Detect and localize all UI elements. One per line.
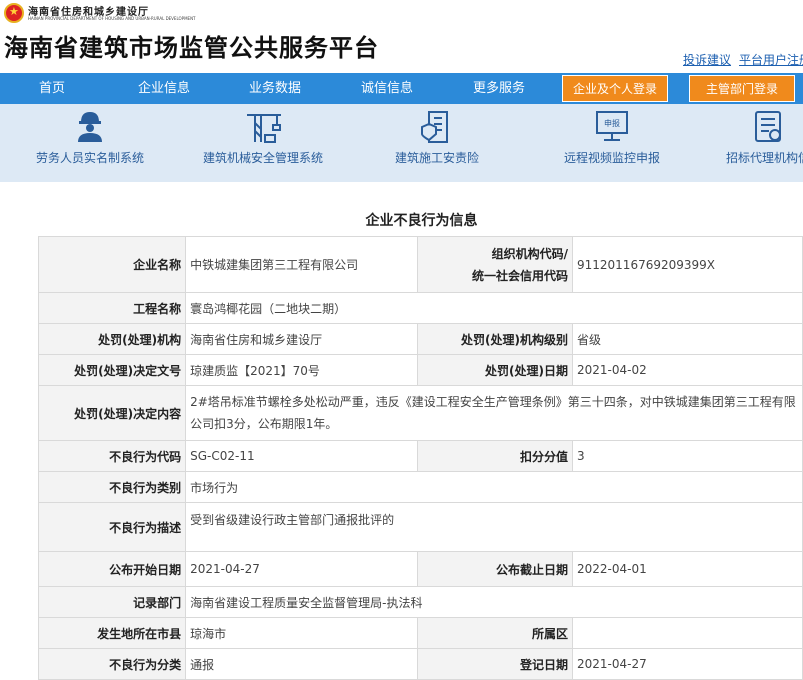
- register-date-value: 2021-04-27: [572, 648, 803, 680]
- penalty-org-label: 处罚(处理)机构: [37, 323, 187, 355]
- decision-content-label: 处罚(处理)决定内容: [37, 385, 187, 441]
- penalty-level-value: 省级: [572, 323, 803, 355]
- authority-login-button[interactable]: 主管部门登录: [689, 75, 795, 102]
- nav-credit-info[interactable]: 诚信信息: [335, 73, 439, 104]
- table-row: 不良行为类别 市场行为: [37, 471, 803, 503]
- decision-doc-value: 琼建质监【2021】70号: [185, 354, 419, 386]
- org-code-label: 组织机构代码/ 统一社会信用代码: [417, 236, 573, 293]
- register-link[interactable]: 平台用户注册: [739, 53, 803, 67]
- city-label: 发生地所在市县: [37, 617, 187, 649]
- table-row: 处罚(处理)决定内容 2#塔吊标准节螺栓多处松动严重，违反《建设工程安全生产管理…: [37, 385, 803, 441]
- company-name-value: 中铁城建集团第三工程有限公司: [185, 236, 419, 293]
- behavior-category-value: 市场行为: [185, 471, 803, 503]
- table-row: 工程名称 寰岛鸿椰花园（二地块二期）: [37, 292, 803, 324]
- quick-link-bidding-agency[interactable]: 招标代理机构信: [718, 104, 803, 182]
- penalty-org-value: 海南省住房和城乡建设厅: [185, 323, 419, 355]
- record-dept-value: 海南省建设工程质量安全监督管理局-执法科: [185, 586, 803, 618]
- svg-text:申报: 申报: [604, 118, 620, 128]
- behavior-code-value: SG-C02-11: [185, 440, 419, 472]
- decision-doc-label: 处罚(处理)决定文号: [37, 354, 187, 386]
- nav-business-data[interactable]: 业务数据: [223, 73, 327, 104]
- org-code-label-line2: 统一社会信用代码: [471, 268, 568, 283]
- document-icon: [755, 111, 781, 142]
- org-code-label-line1: 组织机构代码/: [491, 246, 568, 261]
- worker-icon: [78, 112, 102, 142]
- quick-link-video-monitoring[interactable]: 申报 远程视频监控申报: [557, 104, 667, 182]
- deduction-points-label: 扣分分值: [417, 440, 573, 472]
- behavior-class-value: 通报: [185, 648, 419, 680]
- city-value: 琼海市: [185, 617, 419, 649]
- quick-link-label: 建筑施工安责险: [394, 151, 479, 165]
- district-label: 所属区: [417, 617, 573, 649]
- department-name-en: HAINAN PROVINCIAL DEPARTMENT OF HOUSING …: [28, 16, 196, 21]
- bad-behavior-detail-table: 企业名称 中铁城建集团第三工程有限公司 组织机构代码/ 统一社会信用代码 911…: [37, 236, 803, 680]
- tower-crane-icon: [247, 114, 281, 143]
- deduction-points-value: 3: [572, 440, 803, 472]
- behavior-desc-label: 不良行为描述: [37, 502, 187, 552]
- enterprise-login-button[interactable]: 企业及个人登录: [562, 75, 668, 102]
- quick-links-bar: 劳务人员实名制系统 建筑机械安全管理系统 建筑施工安责险 申报 远程视频监控申报: [0, 104, 803, 182]
- table-row: 不良行为代码 SG-C02-11 扣分分值 3: [37, 440, 803, 472]
- behavior-code-label: 不良行为代码: [37, 440, 187, 472]
- penalty-date-label: 处罚(处理)日期: [417, 354, 573, 386]
- quick-link-label: 建筑机械安全管理系统: [202, 151, 323, 165]
- decision-content-line2: 公司扣3分，公布期限1年。: [190, 417, 338, 431]
- page-title: 企业不良行为信息: [365, 213, 478, 229]
- record-dept-label: 记录部门: [37, 586, 187, 618]
- project-name-value: 寰岛鸿椰花园（二地块二期）: [185, 292, 803, 324]
- quick-link-label: 劳务人员实名制系统: [35, 151, 144, 165]
- quick-link-safety-insurance[interactable]: 建筑施工安责险: [385, 104, 489, 182]
- project-name-label: 工程名称: [37, 292, 187, 324]
- complaint-link[interactable]: 投诉建议: [683, 53, 731, 67]
- publish-start-value: 2021-04-27: [185, 551, 419, 587]
- header-links: 投诉建议平台用户注册: [683, 51, 803, 68]
- nav-more-services[interactable]: 更多服务: [447, 73, 551, 104]
- decision-content-line1: 2#塔吊标准节螺栓多处松动严重，违反《建设工程安全生产管理条例》第三十四条，对中…: [190, 395, 796, 409]
- decision-content-value: 2#塔吊标准节螺栓多处松动严重，违反《建设工程安全生产管理条例》第三十四条，对中…: [185, 385, 803, 441]
- table-row: 处罚(处理)决定文号 琼建质监【2021】70号 处罚(处理)日期 2021-0…: [37, 354, 803, 386]
- table-row: 公布开始日期 2021-04-27 公布截止日期 2022-04-01: [37, 551, 803, 587]
- publish-end-label: 公布截止日期: [417, 551, 573, 587]
- nav-home[interactable]: 首页: [0, 73, 104, 104]
- company-name-label: 企业名称: [37, 236, 187, 293]
- district-value: [572, 617, 803, 649]
- penalty-date-value: 2021-04-02: [572, 354, 803, 386]
- table-row: 处罚(处理)机构 海南省住房和城乡建设厅 处罚(处理)机构级别 省级: [37, 323, 803, 355]
- insurance-building-icon: [421, 111, 448, 143]
- quick-link-label: 招标代理机构信: [725, 151, 803, 165]
- penalty-level-label: 处罚(处理)机构级别: [417, 323, 573, 355]
- national-emblem-icon: [4, 3, 24, 23]
- main-nav: 首页 企业信息 业务数据 诚信信息 更多服务 企业及个人登录 主管部门登录: [0, 73, 803, 104]
- publish-start-label: 公布开始日期: [37, 551, 187, 587]
- table-row: 企业名称 中铁城建集团第三工程有限公司 组织机构代码/ 统一社会信用代码 911…: [37, 236, 803, 293]
- nav-enterprise-info[interactable]: 企业信息: [112, 73, 216, 104]
- site-title: 海南省建筑市场监管公共服务平台: [4, 34, 379, 62]
- behavior-category-label: 不良行为类别: [37, 471, 187, 503]
- site-header: 海南省住房和城乡建设厅 HAINAN PROVINCIAL DEPARTMENT…: [0, 0, 803, 70]
- publish-end-value: 2022-04-01: [572, 551, 803, 587]
- table-row: 记录部门 海南省建设工程质量安全监督管理局-执法科: [37, 586, 803, 618]
- behavior-desc-value: 受到省级建设行政主管部门通报批评的: [185, 502, 803, 552]
- quick-link-label: 远程视频监控申报: [563, 151, 660, 165]
- monitor-report-icon: 申报: [596, 111, 628, 141]
- table-row: 不良行为分类 通报 登记日期 2021-04-27: [37, 648, 803, 680]
- register-date-label: 登记日期: [417, 648, 573, 680]
- quick-link-labor-realname[interactable]: 劳务人员实名制系统: [28, 104, 152, 182]
- table-row: 发生地所在市县 琼海市 所属区: [37, 617, 803, 649]
- table-row: 不良行为描述 受到省级建设行政主管部门通报批评的: [37, 502, 803, 552]
- quick-link-machinery-safety[interactable]: 建筑机械安全管理系统: [197, 104, 329, 182]
- behavior-class-label: 不良行为分类: [37, 648, 187, 680]
- org-code-value: 91120116769209399X: [572, 236, 803, 293]
